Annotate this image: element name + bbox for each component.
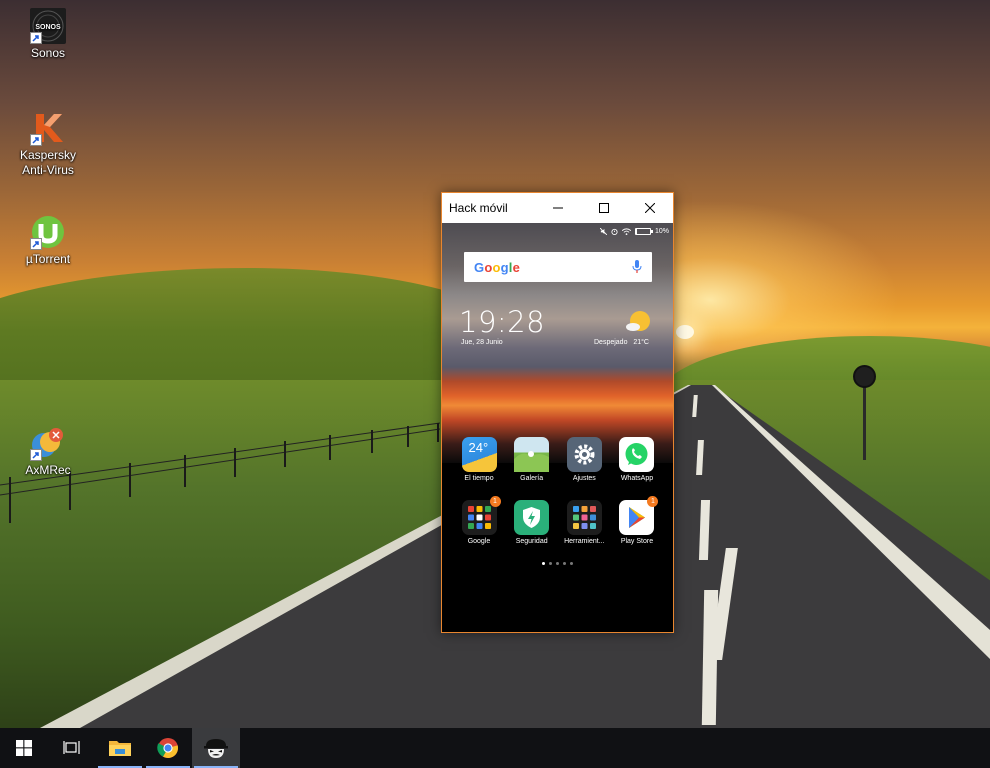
app-el-tiempo[interactable]: 24° El tiempo [454, 437, 504, 482]
google-logo-letter: G [474, 259, 485, 275]
play-store-icon: 1 [619, 496, 659, 535]
desktop-icon-label: Anti-Virus [22, 163, 74, 177]
svg-text:SONOS: SONOS [35, 24, 61, 31]
shortcut-arrow-icon [30, 238, 42, 250]
microphone-icon[interactable] [632, 260, 642, 274]
weather-condition: Despejado [594, 339, 628, 346]
sunny-weather-icon[interactable] [625, 309, 651, 335]
page-dot[interactable] [549, 562, 552, 565]
page-dot[interactable] [570, 562, 573, 565]
shortcut-arrow-icon [30, 449, 42, 461]
desktop-icon-sonos[interactable]: SONOS Sonos [10, 8, 86, 61]
shortcut-arrow-icon [30, 134, 42, 146]
app-seguridad[interactable]: Seguridad [507, 500, 557, 545]
page-dot[interactable] [556, 562, 559, 565]
phone-screen[interactable]: 10% Google 19:28 Jue, 28 Junio Despejado… [442, 223, 673, 632]
app-herramientas-folder[interactable]: Herramient... [559, 500, 609, 545]
app-label: El tiempo [464, 475, 494, 482]
notification-badge: 1 [489, 496, 501, 507]
alarm-icon [611, 228, 618, 235]
task-view-button[interactable] [48, 728, 96, 768]
page-dot[interactable] [542, 562, 545, 565]
desktop-icon-label: AxMRec [25, 463, 71, 477]
minimize-button[interactable] [535, 193, 581, 223]
kaspersky-icon [30, 110, 66, 146]
hack-movil-button[interactable] [192, 728, 240, 768]
weather-temp: 21°C [633, 339, 649, 346]
hack-movil-window: Hack móvil 10% Google 19:28 Jue, 28 Juni… [441, 192, 674, 633]
battery-fill [635, 228, 638, 234]
app-whatsapp[interactable]: WhatsApp [612, 437, 662, 482]
taskbar [0, 728, 990, 768]
road-sign [853, 365, 876, 388]
battery-icon [634, 227, 653, 235]
weather-text: Despejado 21°C [594, 339, 649, 346]
folder-icon [109, 741, 131, 756]
weather-app-temp: 24° [468, 440, 489, 455]
task-view-icon [63, 741, 80, 754]
desktop-icon-utorrent[interactable]: µTorrent [10, 214, 86, 267]
google-search-bar[interactable]: Google [464, 252, 652, 282]
google-logo-letter: e [512, 259, 521, 275]
weather-app-icon: 24° [461, 437, 497, 472]
hacker-mask-icon [204, 739, 228, 758]
app-play-store[interactable]: 1 Play Store [612, 496, 662, 545]
gallery-icon [514, 437, 550, 472]
road-sign-pole [863, 385, 866, 460]
window-titlebar[interactable]: Hack móvil [442, 193, 673, 223]
sun [676, 325, 694, 339]
file-explorer-button[interactable] [96, 728, 144, 768]
app-galeria[interactable]: Galería [507, 437, 557, 482]
desktop-icon-label: Sonos [30, 46, 66, 60]
app-row-2: 1 Google Seguridad Herramient... 1 Play … [454, 496, 662, 545]
app-label: Play Store [620, 538, 654, 545]
clock-widget[interactable]: 19:28 [459, 305, 545, 339]
silent-icon [599, 227, 607, 235]
close-icon [645, 203, 655, 213]
google-folder-icon: 1 [461, 496, 501, 535]
google-logo-letter: o [492, 259, 501, 275]
maximize-button[interactable] [581, 193, 627, 223]
google-logo-letter: g [500, 259, 509, 275]
app-row-1: 24° El tiempo Galería Ajustes WhatsApp [454, 437, 662, 482]
close-button[interactable] [627, 193, 673, 223]
shortcut-arrow-icon [30, 32, 42, 44]
app-label: Seguridad [515, 538, 548, 545]
page-dot[interactable] [563, 562, 566, 565]
app-label: Ajustes [572, 475, 596, 482]
maximize-icon [599, 203, 609, 213]
whatsapp-icon [619, 437, 655, 472]
wifi-icon [621, 227, 631, 235]
start-button[interactable] [0, 728, 48, 768]
app-google-folder[interactable]: 1 Google [454, 496, 504, 545]
desktop-icon-axmrec[interactable]: AxMRec [10, 425, 86, 478]
app-label: Herramient... [564, 538, 605, 545]
date-label: Jue, 28 Junio [461, 339, 503, 346]
page-indicator [442, 562, 673, 565]
settings-icon [566, 437, 602, 472]
app-label: WhatsApp [620, 475, 654, 482]
desktop-icon-label: µTorrent [25, 252, 71, 266]
app-label: Google [467, 538, 491, 545]
chrome-icon [157, 738, 179, 759]
notification-badge: 1 [647, 496, 659, 507]
axmrec-icon [30, 425, 66, 461]
sonos-icon: SONOS [30, 8, 66, 44]
app-ajustes[interactable]: Ajustes [559, 437, 609, 482]
desktop-icon-kaspersky[interactable]: Kaspersky Anti-Virus [10, 110, 86, 178]
windows-icon [16, 740, 32, 756]
security-icon [514, 500, 550, 535]
chrome-button[interactable] [144, 728, 192, 768]
desktop-icon-label: Kaspersky [19, 148, 77, 162]
app-label: Galería [520, 475, 544, 482]
phone-status-bar: 10% [599, 226, 669, 236]
tools-folder-icon [566, 500, 602, 535]
battery-percent: 10% [654, 227, 669, 235]
google-logo: Google [474, 260, 632, 275]
window-title: Hack móvil [449, 201, 508, 215]
minimize-icon [553, 207, 563, 209]
utorrent-icon [30, 214, 66, 250]
